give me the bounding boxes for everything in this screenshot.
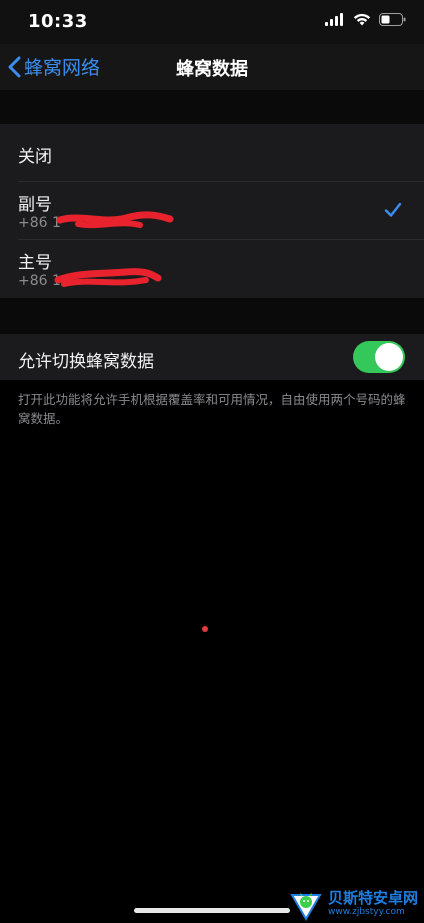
- section-gap: [0, 298, 424, 334]
- option-primary-sim[interactable]: 主号 +86 1: [0, 240, 424, 298]
- signal-icon: [325, 13, 343, 26]
- option-secondary-sim[interactable]: 副号 +86 1: [0, 182, 424, 240]
- switching-footnote: 打开此功能将允许手机根据覆盖率和可用情况，自由使用两个号码的蜂窝数据。: [18, 392, 406, 426]
- sim-selection-group: 关闭 副号 +86 1 主号 +86 1: [0, 124, 424, 298]
- watermark-text: 贝斯特安卓网 www.zjbstyy.com: [328, 888, 419, 918]
- option-off[interactable]: 关闭: [0, 124, 424, 182]
- checkmark-icon: [384, 202, 402, 217]
- section-gap: [0, 90, 424, 124]
- touch-indicator-dot: [202, 626, 208, 632]
- redaction-scribble: [54, 268, 162, 287]
- toggle-knob: [375, 343, 403, 371]
- allow-switching-toggle[interactable]: [353, 341, 405, 373]
- status-icons: [325, 13, 406, 26]
- navigation-bar: 蜂窝网络 蜂窝数据: [0, 44, 424, 90]
- status-time: 10:33: [28, 11, 88, 32]
- option-off-label: 关闭: [18, 147, 52, 167]
- page-title: 蜂窝数据: [176, 59, 248, 80]
- option-primary-label: 主号: [18, 253, 52, 273]
- option-secondary-label: 副号: [18, 195, 52, 215]
- allow-switching-label: 允许切换蜂窝数据: [18, 352, 154, 372]
- battery-icon: [379, 13, 406, 26]
- watermark-name: 贝斯特安卓网: [328, 888, 419, 907]
- redaction-scribble: [56, 211, 174, 229]
- allow-switching-row: 允许切换蜂窝数据: [0, 334, 424, 380]
- wifi-icon: [353, 13, 371, 26]
- option-secondary-number: +86 1: [18, 215, 61, 231]
- home-indicator[interactable]: [134, 908, 290, 913]
- status-bar: 10:33: [0, 0, 424, 44]
- watermark: 贝斯特安卓网 www.zjbstyy.com: [288, 884, 424, 923]
- switching-group: 允许切换蜂窝数据: [0, 334, 424, 380]
- watermark-url: www.zjbstyy.com: [328, 906, 405, 917]
- android-logo-icon: [290, 892, 322, 921]
